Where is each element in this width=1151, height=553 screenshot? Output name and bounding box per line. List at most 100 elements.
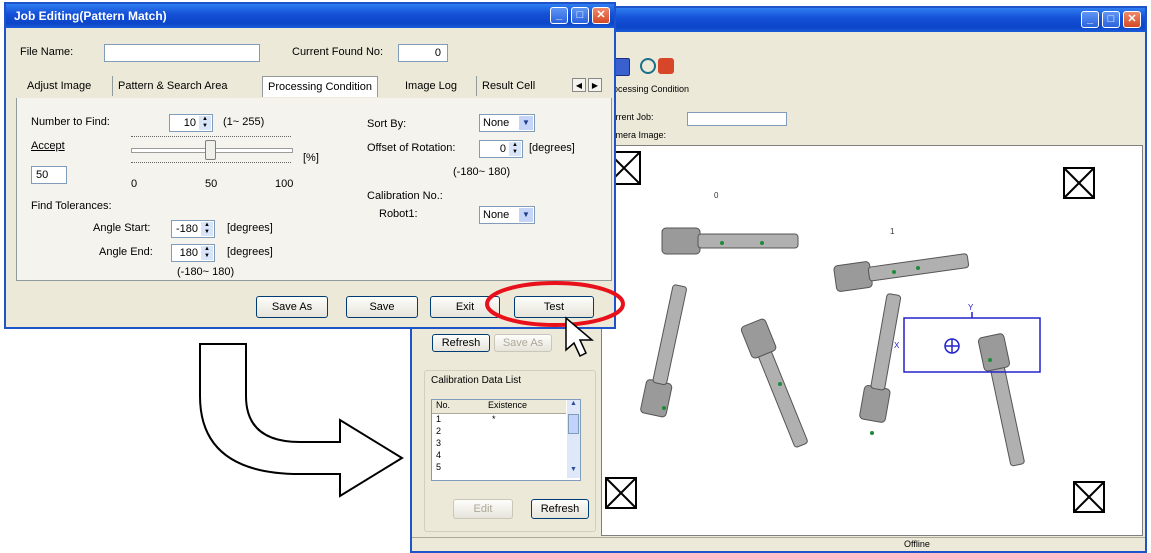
accept-label: Accept — [31, 140, 65, 152]
current-found-field: 0 — [398, 44, 448, 62]
close-button[interactable]: ✕ — [1123, 11, 1141, 28]
sort-by-select[interactable]: None ▼ — [479, 114, 535, 132]
calibration-list[interactable]: No. Existence 1 * 2 3 4 5 ▲ ▼ — [431, 399, 581, 481]
row-no: 3 — [436, 438, 442, 448]
offset-rotation-value: 0 — [499, 143, 506, 155]
robot1-value: None — [483, 209, 510, 221]
chevron-down-icon[interactable]: ▼ — [519, 208, 533, 222]
list-item[interactable]: 5 — [432, 462, 566, 474]
status-bar: Offline — [412, 537, 1145, 552]
corner-marker-bottom-right — [1073, 481, 1105, 513]
spin-arrows-icon[interactable]: ▲ ▼ — [201, 222, 213, 236]
column-existence: Existence — [488, 400, 528, 410]
spin-arrows-icon[interactable]: ▲ ▼ — [509, 142, 521, 156]
search-area-box — [903, 312, 1041, 373]
tab-image-log[interactable]: Image Log — [400, 76, 462, 96]
exit-button[interactable]: Exit — [430, 296, 500, 318]
slider-ticks-bottom — [131, 162, 291, 167]
save-button[interactable]: Save — [346, 296, 418, 318]
slider-tick-mid: 50 — [205, 178, 218, 190]
search-icon[interactable] — [640, 58, 656, 74]
list-item[interactable]: 3 — [432, 438, 566, 450]
robot-icon[interactable] — [658, 58, 674, 74]
angle-start-unit: [degrees] — [227, 222, 273, 234]
scroll-thumb[interactable] — [568, 414, 579, 434]
refresh-list-button[interactable]: Refresh — [531, 499, 589, 519]
scroll-down-icon[interactable]: ▼ — [567, 466, 580, 478]
slider-tick-min: 0 — [131, 178, 138, 190]
minimize-button[interactable]: _ — [550, 7, 568, 24]
slider-thumb[interactable] — [205, 140, 216, 160]
offset-rotation-stepper[interactable]: 0 ▲ ▼ — [479, 140, 523, 158]
corner-marker-top-right — [1063, 167, 1095, 199]
job-editing-window: Job Editing(Pattern Match) _ □ ✕ File Na… — [4, 2, 616, 329]
file-name-field[interactable] — [104, 44, 260, 62]
number-to-find-label: Number to Find: — [31, 116, 110, 128]
save-as-button[interactable]: Save As — [256, 296, 328, 318]
calibration-no-label: Calibration No.: — [367, 190, 443, 202]
offset-rotation-unit: [degrees] — [529, 142, 575, 154]
accept-value-field[interactable]: 50 — [31, 166, 67, 184]
slider-tick-max: 100 — [275, 178, 294, 190]
angle-start-stepper[interactable]: -180 ▲ ▼ — [171, 220, 215, 238]
accept-unit: [%] — [303, 152, 319, 164]
tab-scroll-left-icon[interactable]: ◀ — [572, 78, 586, 92]
refresh-button[interactable]: Refresh — [432, 334, 490, 352]
list-item[interactable]: 2 — [432, 426, 566, 438]
list-item[interactable]: 4 — [432, 450, 566, 462]
screw-object — [977, 333, 1025, 467]
row-no: 4 — [436, 450, 442, 460]
maximize-button[interactable]: □ — [571, 7, 589, 24]
spin-arrows-icon[interactable]: ▲ ▼ — [199, 116, 211, 130]
sort-by-label: Sort By: — [367, 118, 407, 130]
row-no: 1 — [436, 414, 442, 424]
scroll-up-icon[interactable]: ▲ — [567, 400, 580, 412]
offset-rotation-range: (-180~ 180) — [453, 166, 511, 178]
scrollbar[interactable]: ▲ ▼ — [567, 400, 580, 478]
image-label-1: 1 — [890, 227, 895, 236]
screw-object — [640, 284, 687, 418]
tab-processing-condition[interactable]: Processing Condition — [262, 76, 378, 97]
sort-by-value: None — [483, 117, 510, 129]
angle-range: (-180~ 180) — [177, 266, 235, 278]
image-label-x: X — [894, 341, 900, 350]
current-found-label: Current Found No: — [292, 46, 384, 58]
edit-button: Edit — [453, 499, 513, 519]
tab-strip: Adjust Image Pattern & Search Area Proce… — [16, 76, 610, 99]
processing-condition-panel: Number to Find: 10 ▲ ▼ (1~ 255) Accept [%… — [16, 98, 612, 281]
row-no: 2 — [436, 426, 442, 436]
number-to-find-stepper[interactable]: 10 ▲ ▼ — [169, 114, 213, 132]
angle-end-unit: [degrees] — [227, 246, 273, 258]
screw-object — [833, 253, 970, 292]
tab-result-cell[interactable]: Result Cell — [476, 76, 540, 96]
screw-object — [859, 293, 902, 423]
angle-end-stepper[interactable]: 180 ▲ ▼ — [171, 244, 215, 262]
angle-end-value: 180 — [179, 247, 198, 259]
test-button[interactable]: Test — [514, 296, 594, 318]
camera-image: 0 1 Y X — [605, 151, 1105, 513]
accept-slider[interactable] — [127, 134, 297, 174]
number-to-find-range: (1~ 255) — [223, 116, 265, 128]
calibration-list-header: No. Existence — [432, 400, 566, 414]
calibration-rows: 1 * 2 3 4 5 — [432, 414, 566, 474]
tab-scroll-right-icon[interactable]: ▶ — [588, 78, 602, 92]
list-item[interactable]: 1 * — [432, 414, 566, 426]
angle-start-label: Angle Start: — [93, 222, 151, 234]
tab-adjust-image[interactable]: Adjust Image — [22, 76, 96, 96]
job-editing-titlebar[interactable]: Job Editing(Pattern Match) — [6, 4, 614, 28]
processing-condition-caption: Processing Condition — [604, 84, 690, 94]
spin-arrows-icon[interactable]: ▲ ▼ — [201, 246, 213, 260]
file-name-label: File Name: — [20, 46, 74, 58]
camera-image-panel[interactable]: 0 1 Y X — [601, 145, 1143, 536]
minimize-button[interactable]: _ — [1081, 11, 1099, 28]
maximize-button[interactable]: □ — [1102, 11, 1120, 28]
offset-rotation-label: Offset of Rotation: — [367, 142, 456, 154]
screw-object — [740, 318, 808, 448]
robot1-select[interactable]: None ▼ — [479, 206, 535, 224]
close-button[interactable]: ✕ — [592, 7, 610, 24]
image-label-0: 0 — [714, 191, 719, 200]
calibration-group: Calibration Data List No. Existence 1 * … — [424, 370, 596, 532]
chevron-down-icon[interactable]: ▼ — [519, 116, 533, 130]
tab-pattern-search-area[interactable]: Pattern & Search Area — [112, 76, 232, 96]
curved-arrow-icon — [199, 343, 404, 498]
